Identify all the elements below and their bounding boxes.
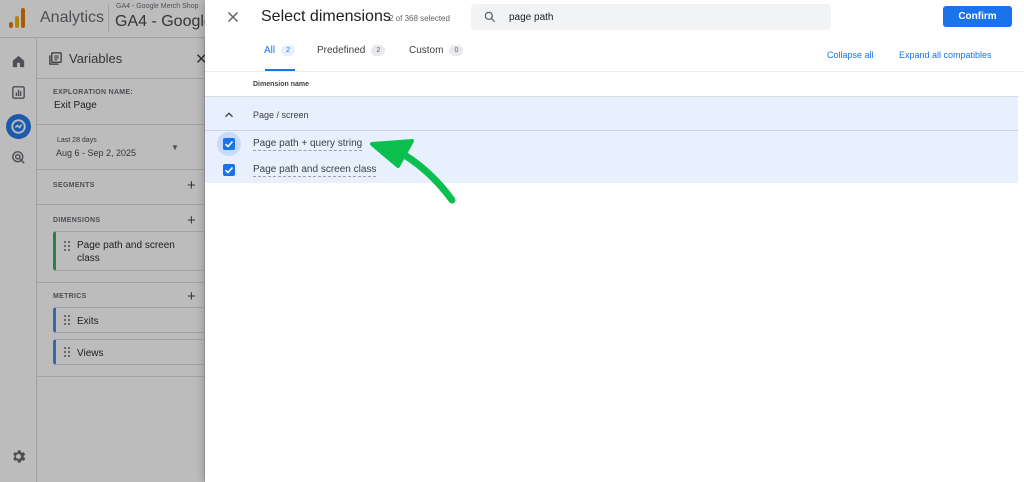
search-box[interactable] (471, 4, 831, 30)
list-item[interactable]: Page path + query string (205, 131, 1018, 157)
close-dialog-icon[interactable] (224, 8, 242, 26)
check-icon (224, 166, 234, 174)
tab-count-badge: 0 (449, 45, 464, 56)
search-input[interactable] (509, 8, 819, 26)
selected-count: 2 of 368 selected (389, 14, 450, 23)
group-label: Page / screen (253, 110, 309, 120)
chevron-up-icon[interactable] (222, 108, 236, 122)
check-icon (224, 140, 234, 148)
tab-predefined[interactable]: Predefined 2 (317, 45, 386, 71)
tab-all[interactable]: All 2 (264, 45, 296, 71)
expand-all-compatibles-link[interactable]: Expand all compatibles (899, 50, 992, 60)
group-row-page-screen[interactable]: Page / screen (205, 96, 1018, 131)
dimension-name: Page path + query string (253, 138, 363, 151)
confirm-button[interactable]: Confirm (943, 6, 1012, 27)
tabs-divider (205, 71, 1024, 72)
tab-count-badge: 2 (281, 45, 296, 56)
list-item[interactable]: Page path and screen class (205, 157, 1018, 183)
search-icon (484, 11, 496, 23)
collapse-all-link[interactable]: Collapse all (827, 50, 874, 60)
checkbox[interactable] (223, 164, 235, 176)
tab-label: All (264, 45, 276, 56)
dimension-name: Page path and screen class (253, 164, 377, 177)
column-header-dimension-name: Dimension name (253, 81, 310, 88)
tab-label: Predefined (317, 45, 366, 56)
tab-label: Custom (409, 45, 444, 56)
checkbox[interactable] (223, 138, 235, 150)
dialog-title: Select dimensions (261, 8, 391, 25)
select-dimensions-dialog: Select dimensions 2 of 368 selected Conf… (205, 0, 1024, 482)
tab-custom[interactable]: Custom 0 (409, 45, 464, 71)
tab-count-badge: 2 (371, 45, 386, 56)
